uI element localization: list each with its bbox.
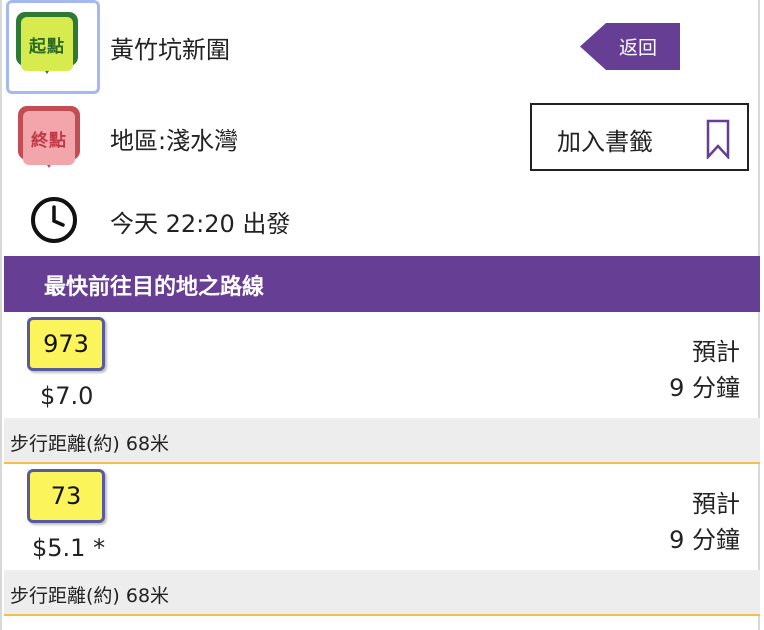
clock-icon	[31, 197, 77, 243]
route-item[interactable]: 973 $7.0 預計 9 分鐘	[4, 312, 760, 418]
back-button[interactable]: 返回	[580, 23, 680, 70]
route-fare: $5.1 *	[32, 534, 106, 562]
fastest-routes-header: 最快前往目的地之路線	[4, 256, 760, 312]
walking-distance-bar: 步行距離(約) 68米	[4, 418, 760, 464]
back-button-label: 返回	[618, 37, 657, 59]
start-pin-label: 起點	[21, 17, 73, 71]
route-number-badge: 973	[27, 317, 105, 371]
walking-distance-text: 步行距離(約) 68米	[10, 585, 170, 607]
route-eta-label: 預計	[692, 490, 740, 518]
route-item[interactable]: 73 $5.1 * 預計 9 分鐘	[4, 464, 760, 570]
add-bookmark-button[interactable]: 加入書籤	[530, 103, 749, 171]
walking-distance-bar: 步行距離(約) 68米	[4, 570, 760, 616]
route-eta-value: 9 分鐘	[669, 374, 740, 402]
end-pin-icon[interactable]: 終點	[18, 106, 80, 170]
bookmark-icon	[706, 119, 730, 159]
origin-name: 黃竹坑新圍	[110, 36, 230, 64]
route-fare: $7.0	[40, 382, 94, 410]
route-number-badge: 73	[27, 469, 105, 523]
app-frame: 起點 黃竹坑新圍 返回 終點 地區:淺水灣 加入書籤 今天 22:20 出發 最…	[0, 0, 760, 630]
end-pin-label: 終點	[23, 111, 75, 165]
route-eta-value: 9 分鐘	[669, 526, 740, 554]
start-pin-icon[interactable]: 起點	[16, 12, 78, 76]
route-eta-label: 預計	[692, 338, 740, 366]
fastest-routes-title: 最快前往目的地之路線	[44, 275, 265, 300]
destination-name: 地區:淺水灣	[110, 127, 239, 155]
walking-distance-text: 步行距離(約) 68米	[10, 433, 170, 455]
departure-time: 今天 22:20 出發	[110, 210, 291, 238]
add-bookmark-label: 加入書籤	[557, 128, 653, 156]
